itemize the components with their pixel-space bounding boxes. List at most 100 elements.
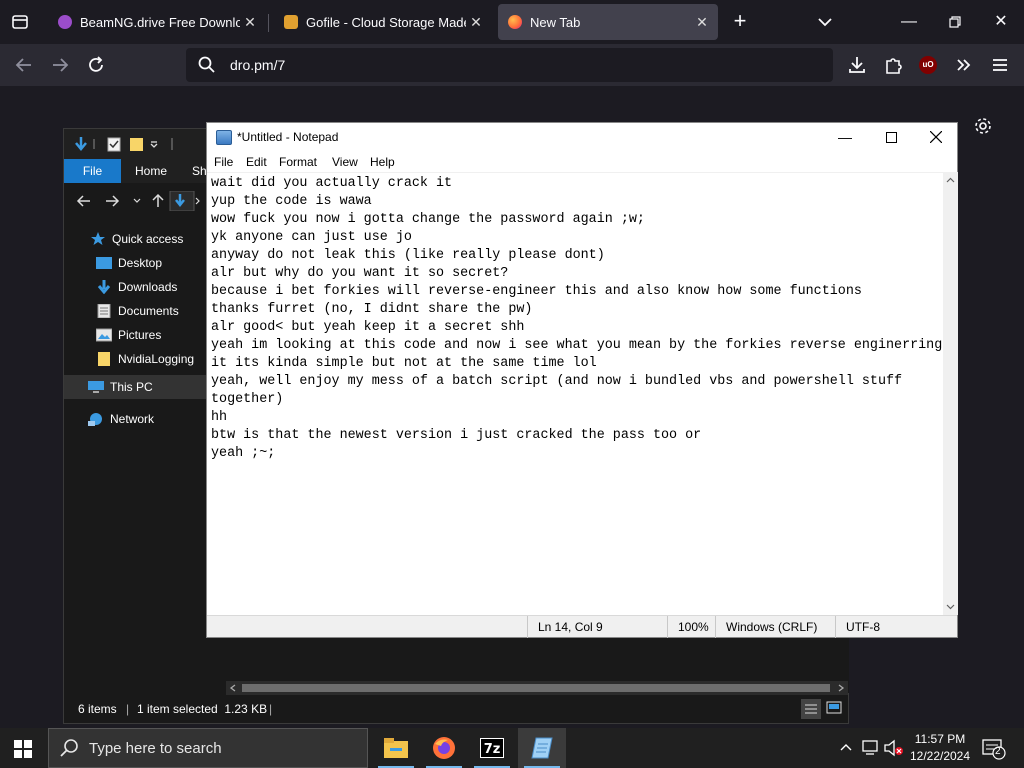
restore-button[interactable] bbox=[943, 10, 967, 34]
vertical-scrollbar[interactable] bbox=[943, 172, 958, 615]
chevron-down-icon[interactable] bbox=[815, 12, 835, 32]
beamng-favicon-icon bbox=[58, 15, 72, 29]
window-title: *Untitled - Notepad bbox=[237, 130, 339, 144]
sidebar-item-this-pc[interactable]: This PC bbox=[64, 375, 222, 399]
forward-arrow-icon[interactable] bbox=[48, 53, 72, 77]
ribbon-tab-home[interactable]: Home bbox=[135, 159, 167, 183]
firefox-icon bbox=[433, 737, 455, 759]
reload-icon[interactable] bbox=[84, 53, 108, 77]
menu-edit[interactable]: Edit bbox=[246, 155, 267, 169]
ublock-origin-icon[interactable]: uO bbox=[919, 56, 937, 74]
close-icon[interactable]: ✕ bbox=[240, 14, 260, 31]
tab-gofile[interactable]: Gofile - Cloud Storage Made Si ✕ bbox=[274, 4, 492, 40]
overflow-menu-icon[interactable] bbox=[952, 53, 976, 77]
folder-icon bbox=[98, 352, 110, 366]
close-icon[interactable]: ✕ bbox=[466, 14, 486, 31]
tab-beamng[interactable]: BeamNG.drive Free Download ( ✕ bbox=[48, 4, 266, 40]
sidebar-item-desktop[interactable]: Desktop bbox=[64, 251, 222, 275]
text-line: wow fuck you now i gotta change the pass… bbox=[211, 212, 645, 227]
windows-taskbar: Type here to search 7z 11:57 PM 12/22/20… bbox=[0, 728, 1024, 768]
downloads-icon[interactable] bbox=[845, 53, 869, 77]
chevron-up-icon[interactable] bbox=[840, 742, 852, 754]
tab-new-tab[interactable]: New Tab ✕ bbox=[498, 4, 718, 40]
sidebar-item-documents[interactable]: Documents bbox=[64, 299, 222, 323]
encoding: UTF-8 bbox=[835, 616, 880, 638]
scroll-up-icon[interactable] bbox=[946, 176, 955, 185]
close-button[interactable] bbox=[913, 123, 959, 152]
maximize-button[interactable] bbox=[868, 123, 914, 152]
new-tab-button[interactable]: + bbox=[730, 10, 750, 34]
back-arrow-icon[interactable] bbox=[12, 53, 36, 77]
notepad-window: *Untitled - Notepad — File Edit Format V… bbox=[206, 122, 958, 638]
text-line: hh bbox=[211, 410, 228, 425]
url-input[interactable] bbox=[230, 54, 790, 76]
firefox-view-icon[interactable] bbox=[8, 10, 32, 34]
text-line: yup the code is wawa bbox=[211, 194, 372, 209]
explorer-status-bar: 6 items | 1 item selected 1.23 KB | bbox=[64, 695, 848, 723]
taskbar-firefox[interactable] bbox=[420, 728, 468, 768]
windows-start-icon[interactable] bbox=[14, 740, 32, 758]
large-icons-view-icon[interactable] bbox=[825, 699, 843, 717]
status-divider: | bbox=[269, 702, 273, 716]
star-icon bbox=[91, 232, 105, 245]
close-icon[interactable]: ✕ bbox=[692, 14, 712, 31]
scroll-down-icon[interactable] bbox=[946, 602, 955, 611]
status-divider: | bbox=[126, 702, 130, 716]
text-line: yeah im looking at this code and now i s… bbox=[211, 338, 943, 353]
sidebar-item-downloads[interactable]: Downloads bbox=[64, 275, 222, 299]
desktop-icon bbox=[96, 257, 112, 269]
text-line: btw is that the newest version i just cr… bbox=[211, 428, 702, 443]
minimize-button[interactable]: — bbox=[822, 123, 868, 152]
pc-icon bbox=[88, 381, 104, 393]
notepad-status-bar: Ln 14, Col 9 100% Windows (CRLF) UTF-8 bbox=[207, 615, 957, 638]
scroll-right-icon[interactable] bbox=[837, 684, 845, 692]
gofile-favicon-icon bbox=[284, 15, 298, 29]
tab-divider bbox=[268, 14, 269, 32]
details-view-icon[interactable] bbox=[801, 699, 821, 719]
notepad-titlebar: *Untitled - Notepad — bbox=[207, 123, 957, 152]
tab-title: Gofile - Cloud Storage Made Si bbox=[306, 14, 466, 30]
download-icon bbox=[97, 280, 111, 294]
gear-icon[interactable] bbox=[973, 116, 993, 136]
network-icon bbox=[88, 413, 102, 426]
search-icon bbox=[198, 56, 216, 79]
browser-navigation-bar: uO bbox=[0, 44, 1024, 86]
zoom-level: 100% bbox=[667, 616, 709, 638]
ribbon-tab-file[interactable]: File bbox=[64, 159, 121, 183]
selection-info: 1 item selected 1.23 KB bbox=[137, 702, 268, 716]
ribbon-tab-share[interactable]: Sh bbox=[192, 159, 207, 183]
text-line: wait did you actually crack it bbox=[211, 176, 453, 191]
network-status-icon[interactable] bbox=[862, 739, 880, 757]
notification-center-icon[interactable] bbox=[982, 738, 1006, 760]
text-line: alr good< but yeah keep it a secret shh bbox=[211, 320, 525, 335]
explorer-navigation-pane: Quick access Desktop Downloads Documents… bbox=[64, 217, 222, 693]
menu-help[interactable]: Help bbox=[370, 155, 395, 169]
menu-view[interactable]: View bbox=[332, 155, 358, 169]
close-window-button[interactable]: ✕ bbox=[989, 10, 1013, 34]
sidebar-item-quick-access[interactable]: Quick access bbox=[64, 227, 222, 251]
notepad-icon bbox=[531, 737, 553, 759]
text-line: yeah ;~; bbox=[211, 446, 276, 461]
taskbar-notepad[interactable] bbox=[518, 728, 566, 768]
sidebar-item-label: Network bbox=[110, 412, 155, 426]
notepad-menubar: File Edit Format View Help bbox=[207, 152, 957, 172]
taskbar-7zip[interactable]: 7z bbox=[468, 728, 516, 768]
text-editor-area[interactable]: wait did you actually crack it yup the c… bbox=[207, 172, 943, 615]
system-clock[interactable]: 11:57 PM 12/22/2024 bbox=[900, 731, 980, 765]
taskbar-file-explorer[interactable] bbox=[372, 728, 420, 768]
scrollbar-thumb[interactable] bbox=[242, 684, 830, 692]
taskbar-search-box[interactable]: Type here to search bbox=[48, 728, 368, 768]
sidebar-item-pictures[interactable]: Pictures bbox=[64, 323, 222, 347]
tab-title: BeamNG.drive Free Download ( bbox=[80, 14, 240, 30]
extensions-icon[interactable] bbox=[881, 53, 905, 77]
menu-format[interactable]: Format bbox=[279, 155, 317, 169]
scroll-left-icon[interactable] bbox=[229, 684, 237, 692]
hamburger-menu-icon[interactable] bbox=[988, 53, 1012, 77]
sidebar-item-network[interactable]: Network bbox=[64, 407, 222, 431]
search-placeholder: Type here to search bbox=[89, 740, 222, 757]
minimize-button[interactable]: — bbox=[897, 10, 921, 34]
sidebar-item-nvidialogging[interactable]: NvidiaLogging bbox=[64, 347, 222, 371]
menu-file[interactable]: File bbox=[214, 155, 233, 169]
horizontal-scrollbar[interactable] bbox=[226, 681, 848, 695]
url-bar[interactable] bbox=[186, 48, 833, 82]
